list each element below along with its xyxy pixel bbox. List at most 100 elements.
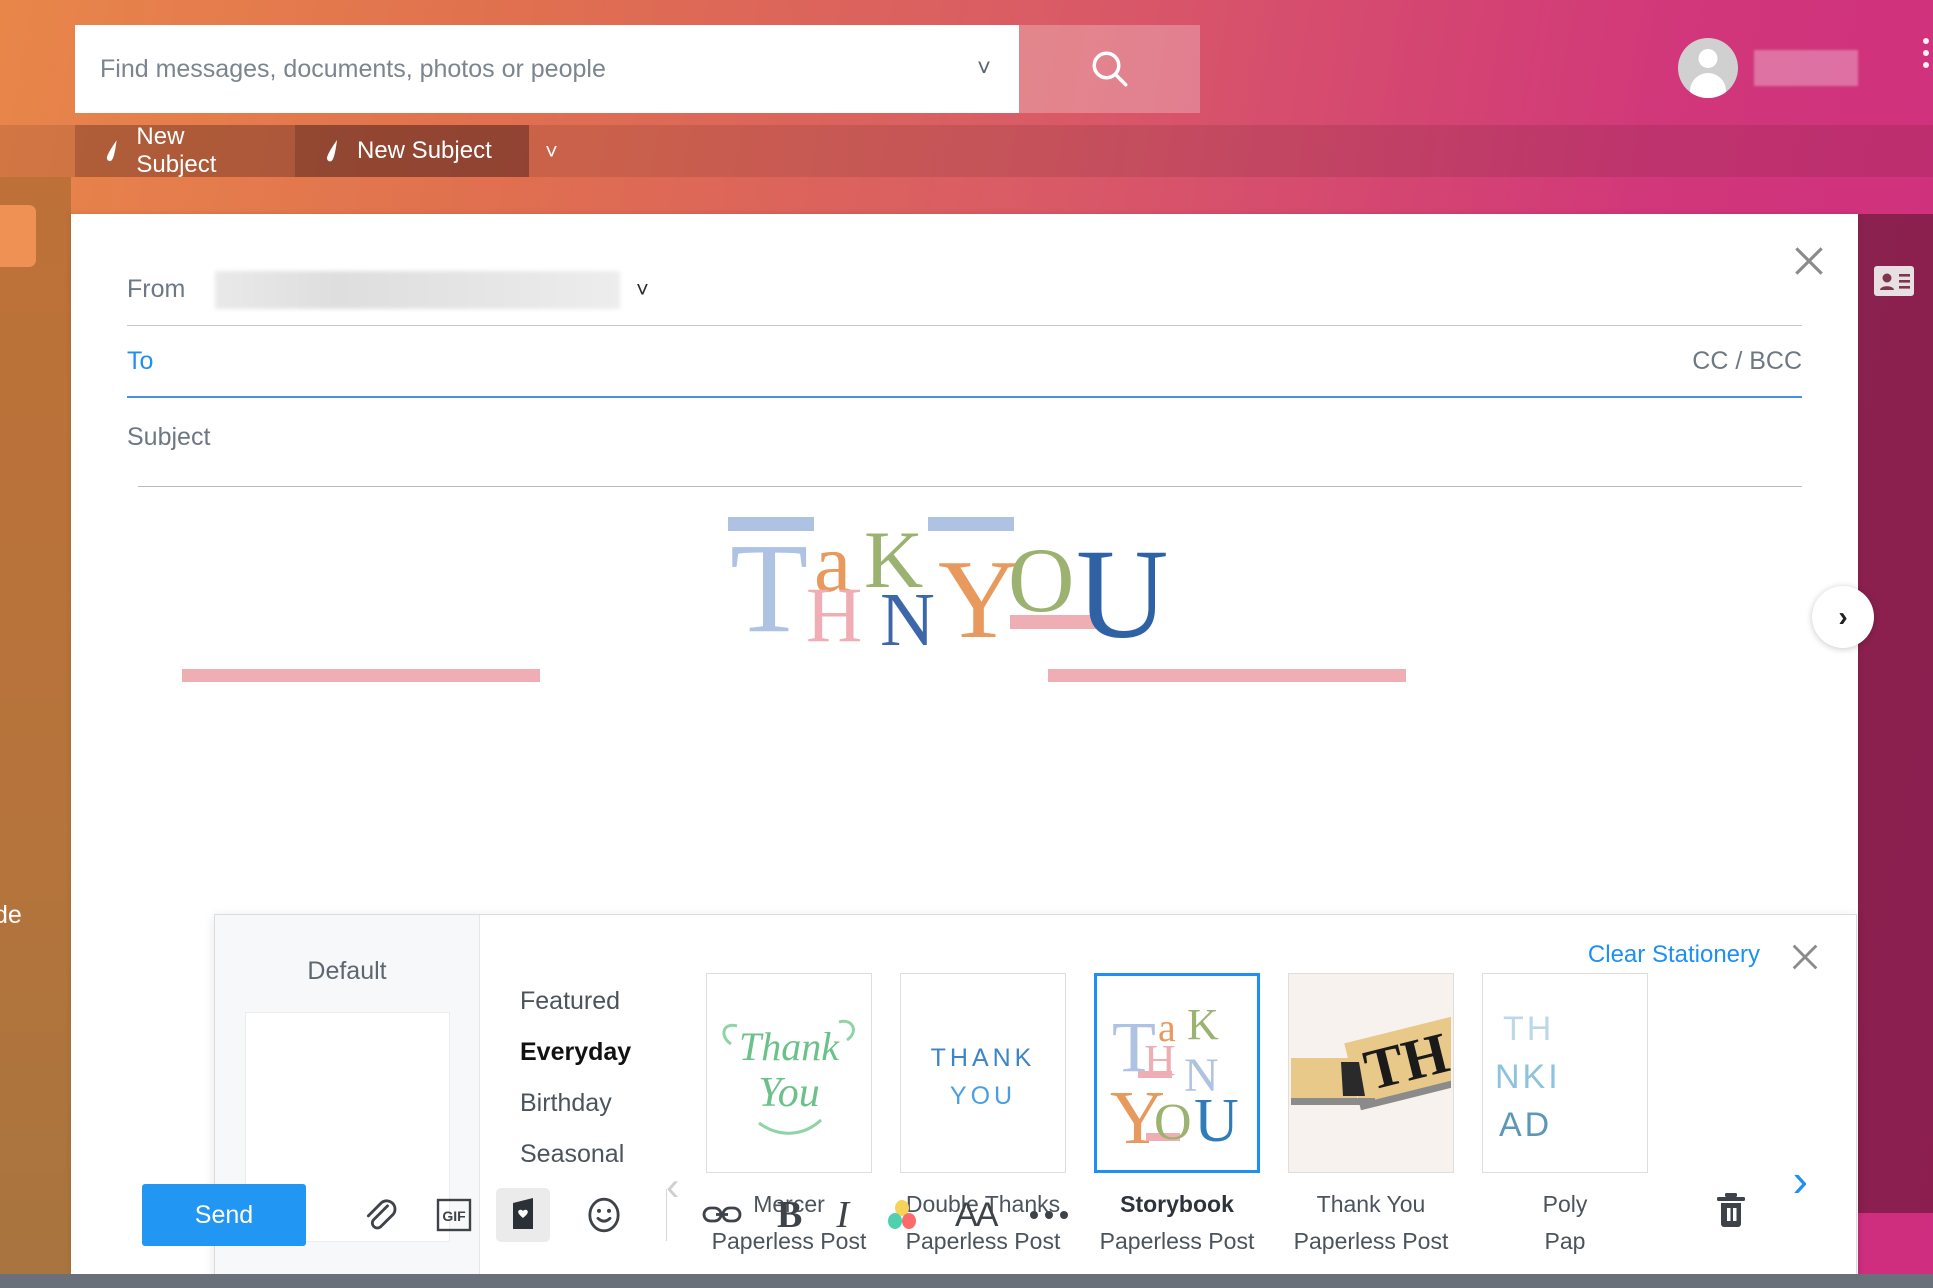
account-name-redacted	[1754, 50, 1858, 86]
to-row[interactable]: To CC / BCC	[127, 326, 1802, 398]
compose-pen-icon	[327, 140, 337, 162]
svg-text:K: K	[1187, 1000, 1219, 1049]
svg-text:T: T	[730, 517, 808, 649]
svg-text:TH: TH	[1503, 1010, 1554, 1048]
dot	[1030, 1211, 1039, 1219]
svg-text:NKI: NKI	[1495, 1058, 1561, 1096]
contact-card-icon[interactable]	[1874, 266, 1914, 296]
stationery-banner: T a K H N Y O U	[138, 509, 1802, 759]
card-thumbnail[interactable]: Thank You	[706, 973, 872, 1173]
emoji-icon[interactable]	[584, 1195, 624, 1235]
storybook-thank-you-art: T a K H N Y O U	[1110, 1000, 1239, 1160]
svg-text:GIF: GIF	[442, 1208, 466, 1224]
send-button[interactable]: Send	[142, 1184, 306, 1246]
left-sidebar-rail: de	[0, 177, 71, 1288]
thinking-ad-art: TH NKI AD	[1495, 1010, 1561, 1144]
font-size-icon[interactable]: AA	[955, 1196, 998, 1235]
stationery-card-icon[interactable]	[496, 1188, 550, 1242]
sidebar-compose-button[interactable]	[0, 205, 36, 267]
svg-text:O: O	[1154, 1094, 1192, 1151]
compose-toolbar: Send GIF B I AA	[71, 1156, 1858, 1274]
three-color-dots-icon	[888, 1200, 917, 1229]
dot	[1923, 50, 1929, 56]
blue-thank-you-art: THANK YOU	[931, 1044, 1036, 1110]
from-label: From	[127, 275, 186, 303]
dot	[1923, 62, 1929, 68]
compose-tabs-bar: New Subject New Subject ˅	[0, 123, 1933, 178]
to-input[interactable]	[191, 346, 1802, 376]
top-header-bar: ˅	[0, 0, 1933, 144]
category-everyday[interactable]: Everyday	[520, 1038, 631, 1067]
svg-text:U: U	[1076, 523, 1168, 649]
toolbar-divider	[666, 1189, 667, 1241]
tab-new-subject-2[interactable]: New Subject	[295, 125, 529, 177]
chain-link-icon	[702, 1206, 742, 1223]
greeting-card-icon	[513, 1198, 533, 1229]
tab-label: New Subject	[357, 137, 492, 164]
stationery-category-list: Featured Everyday Birthday Seasonal	[520, 987, 631, 1169]
from-row: From ˅	[127, 254, 1802, 326]
svg-text:O: O	[1008, 529, 1074, 631]
picker-close-icon[interactable]	[1788, 940, 1822, 974]
banner-rule-right	[1048, 669, 1406, 682]
search-options-chevron-down-icon[interactable]: ˅	[977, 57, 991, 81]
search-button[interactable]	[1019, 25, 1200, 113]
mail-app-window: ˅ New Subject	[0, 0, 1933, 1288]
trash-icon[interactable]	[1712, 1188, 1750, 1237]
avatar[interactable]	[1678, 38, 1738, 98]
search-input[interactable]	[100, 49, 940, 89]
tab-label: New Subject	[136, 123, 217, 178]
tab-new-subject-1[interactable]: New Subject	[75, 123, 295, 178]
from-chevron-down-icon[interactable]: ˅	[636, 277, 649, 303]
bold-icon[interactable]: B	[777, 1193, 802, 1237]
sidebar-partial-label: de	[0, 901, 22, 929]
link-icon[interactable]	[701, 1199, 743, 1231]
gif-icon[interactable]: GIF	[434, 1197, 474, 1233]
more-options-icon[interactable]	[1030, 1211, 1069, 1219]
compose-fields: From ˅ To CC / BCC	[71, 214, 1858, 476]
subject-row[interactable]	[127, 398, 1802, 476]
global-search: ˅	[75, 25, 1200, 113]
dot	[1045, 1211, 1054, 1219]
paperclip-icon	[366, 1199, 397, 1230]
tabs-overflow-chevron-down-icon[interactable]: ˅	[545, 139, 558, 165]
message-body[interactable]: T a K H N Y O U	[138, 486, 1802, 946]
svg-text:YOU: YOU	[950, 1082, 1016, 1110]
color-palette-icon[interactable]	[883, 1196, 921, 1234]
svg-text:AD: AD	[1499, 1106, 1552, 1144]
italic-icon[interactable]: I	[836, 1193, 849, 1237]
attachment-icon[interactable]	[360, 1195, 400, 1235]
search-field[interactable]: ˅	[75, 25, 1019, 113]
clear-stationery-link[interactable]: Clear Stationery	[1588, 941, 1760, 969]
to-label: To	[127, 346, 154, 375]
svg-text:You: You	[758, 1070, 820, 1116]
svg-text:N: N	[880, 578, 935, 649]
search-icon	[1092, 51, 1127, 87]
dot	[1060, 1211, 1069, 1219]
account-area[interactable]	[1678, 38, 1858, 98]
card-thumbnail[interactable]: TH NKI AD	[1482, 973, 1648, 1173]
svg-text:H: H	[806, 571, 862, 649]
banner-rule-left	[182, 669, 540, 682]
from-address-redacted	[215, 270, 620, 309]
svg-text:U: U	[1194, 1087, 1239, 1155]
gif-box-icon: GIF	[436, 1198, 472, 1232]
category-featured[interactable]: Featured	[520, 987, 631, 1016]
subject-input[interactable]	[127, 422, 1802, 452]
right-sidebar-rail	[1858, 214, 1933, 1213]
card-thumbnail[interactable]: THANK YOU	[900, 973, 1066, 1173]
more-vertical-icon[interactable]	[1923, 38, 1929, 68]
svg-text:THANK: THANK	[931, 1044, 1036, 1072]
svg-text:Y: Y	[938, 538, 1019, 649]
tan-card-th-art: TH	[1291, 1014, 1451, 1111]
script-thank-you-art: Thank You	[722, 1019, 855, 1135]
compose-pen-icon	[106, 140, 117, 162]
category-birthday[interactable]: Birthday	[520, 1089, 631, 1118]
cc-bcc-toggle[interactable]: CC / BCC	[1692, 347, 1802, 376]
panel-next-button[interactable]: ›	[1812, 586, 1874, 648]
card-thumbnail[interactable]: T a K H N Y O U	[1094, 973, 1260, 1173]
dot	[1923, 38, 1929, 44]
card-thumbnail[interactable]: TH	[1288, 973, 1454, 1173]
compose-window: From ˅ To CC / BCC Subject T a K H N Y O…	[71, 214, 1874, 1288]
status-strip	[0, 1274, 1933, 1288]
